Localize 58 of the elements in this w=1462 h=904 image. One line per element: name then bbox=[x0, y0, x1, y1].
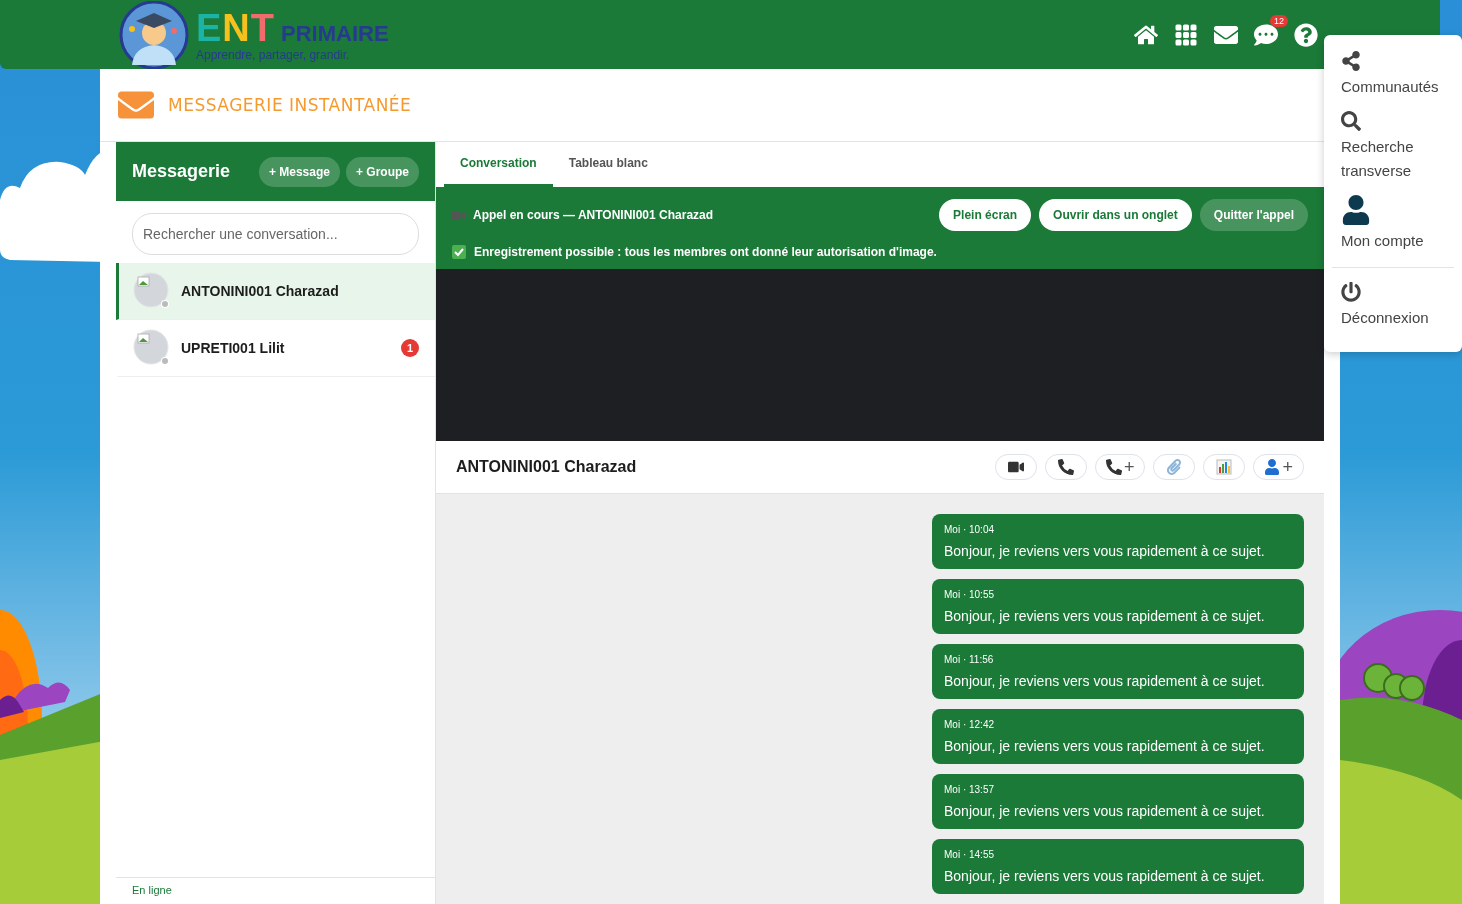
logo-subtitle: PRIMAIRE bbox=[281, 22, 389, 45]
toolbar-button[interactable]: + bbox=[1094, 454, 1146, 480]
call-button[interactable]: Ouvrir dans un onglet bbox=[1039, 199, 1192, 231]
message-text: Bonjour, je reviens vers vous rapidement à ce sujet. bbox=[944, 608, 1266, 624]
page-title: MESSAGERIE INSTANTANÉE bbox=[168, 95, 412, 115]
share-icon bbox=[1341, 51, 1361, 71]
phone-icon bbox=[1057, 459, 1074, 475]
user-icon bbox=[1341, 195, 1371, 225]
tab[interactable]: Tableau blanc bbox=[552, 142, 664, 187]
notification-badge: 12 bbox=[1270, 14, 1288, 27]
toolbar-button[interactable] bbox=[1044, 454, 1087, 480]
toolbar-button[interactable] bbox=[994, 454, 1037, 480]
avatar-icon bbox=[133, 272, 171, 310]
sidebar-title: Messagerie bbox=[132, 161, 231, 182]
recording-notice: Enregistrement possible : tous les membres ont donné leur autorisation d'image. bbox=[474, 245, 937, 259]
paperclip-icon bbox=[1166, 459, 1183, 475]
menu-item[interactable]: Recherche transverse bbox=[1324, 109, 1462, 193]
bar-chart-icon bbox=[1216, 459, 1233, 475]
unread-badge: 1 bbox=[401, 339, 419, 357]
contact-name: ANTONINI001 Charazad bbox=[181, 283, 339, 299]
call-button[interactable]: Plein écran bbox=[939, 199, 1032, 231]
search-field[interactable]: Rechercher une conversation... bbox=[132, 213, 419, 255]
add-user-icon bbox=[1264, 459, 1281, 475]
message-meta: Moi · 11:56 bbox=[944, 654, 995, 665]
message-meta: Moi · 10:55 bbox=[944, 589, 996, 600]
new-button[interactable]: + Groupe bbox=[346, 156, 419, 187]
power-icon bbox=[1341, 282, 1361, 302]
conversation-item[interactable]: ANTONINI001 Charazad bbox=[116, 263, 435, 320]
conversation-title: ANTONINI001 Charazad bbox=[456, 458, 637, 476]
message-meta: Moi · 13:57 bbox=[944, 784, 996, 795]
logo-title: ENT bbox=[196, 8, 276, 47]
check-icon bbox=[452, 245, 466, 259]
new-button[interactable]: + Message bbox=[258, 156, 340, 187]
grid-icon[interactable] bbox=[1174, 22, 1198, 47]
graduate-avatar-icon bbox=[118, 0, 190, 69]
video-camera-icon bbox=[1007, 459, 1024, 475]
message-text: Bonjour, je reviens vers vous rapidement à ce sujet. bbox=[944, 673, 1266, 689]
contact-name: UPRETI001 Lilit bbox=[181, 340, 285, 356]
message-text: Bonjour, je reviens vers vous rapidement à ce sujet. bbox=[944, 738, 1266, 754]
message-text: Bonjour, je reviens vers vous rapidement à ce sujet. bbox=[944, 868, 1266, 884]
message-meta: Moi · 12:42 bbox=[944, 719, 996, 730]
menu-item[interactable]: Communautés bbox=[1324, 49, 1462, 109]
call-button[interactable]: Quitter l'appel bbox=[1199, 199, 1308, 231]
menu-item[interactable]: Déconnexion bbox=[1324, 280, 1462, 340]
message-text: Bonjour, je reviens vers vous rapidement à ce sujet. bbox=[944, 803, 1266, 819]
avatar-icon bbox=[133, 329, 171, 367]
video-camera-icon bbox=[452, 208, 465, 222]
status-text: En ligne bbox=[132, 884, 172, 896]
help-icon[interactable] bbox=[1294, 22, 1318, 47]
message-meta: Moi · 14:55 bbox=[944, 849, 996, 860]
logo-tagline: Apprendre, partager, grandir. bbox=[196, 48, 351, 61]
search-icon bbox=[1341, 111, 1361, 131]
toolbar-button[interactable]: + bbox=[1253, 454, 1304, 480]
message-meta: Moi · 10:04 bbox=[944, 524, 996, 535]
message-text: Bonjour, je reviens vers vous rapidement à ce sujet. bbox=[944, 543, 1266, 559]
menu-item[interactable]: Mon compte bbox=[1324, 193, 1462, 263]
phone-icon bbox=[1105, 459, 1122, 475]
call-status: Appel en cours — ANTONINI001 Charazad bbox=[473, 208, 714, 222]
